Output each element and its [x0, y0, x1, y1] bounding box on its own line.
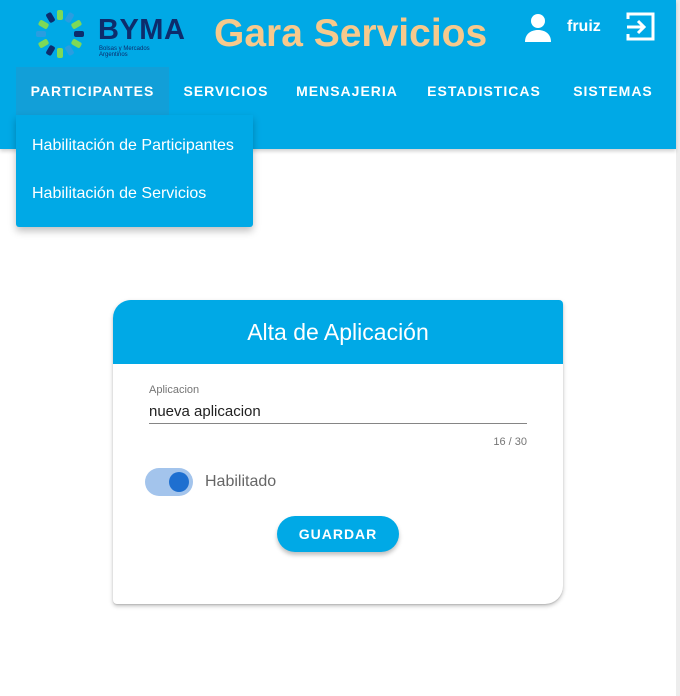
menu-item-habilitacion-servicios[interactable]: Habilitación de Servicios [16, 170, 253, 218]
nav-item-estadisticas[interactable]: ESTADISTICAS [423, 67, 545, 115]
participantes-dropdown-menu: Habilitación de Participantes Habilitaci… [16, 115, 253, 227]
nav-item-participantes[interactable]: PARTICIPANTES [16, 67, 169, 115]
nav-item-sistemas[interactable]: SISTEMAS [566, 67, 660, 115]
logo-wordmark: BYMA [98, 14, 186, 46]
habilitado-label: Habilitado [205, 473, 277, 490]
nav-item-servicios[interactable]: SERVICIOS [176, 67, 276, 115]
alta-aplicacion-card: Alta de Aplicación Aplicacion 16 / 30 Ha… [113, 300, 563, 604]
guardar-button[interactable]: GUARDAR [277, 516, 399, 552]
aplicacion-field: Aplicacion 16 / 30 [149, 384, 527, 448]
byma-logo: BYMA Bolsas y Mercados Argentinos [34, 8, 189, 64]
page: BYMA Bolsas y Mercados Argentinos Gara S… [0, 0, 680, 696]
card-header: Alta de Aplicación [113, 300, 563, 364]
user-icon [525, 14, 551, 42]
card-title: Alta de Aplicación [247, 319, 429, 345]
user-menu[interactable]: fruiz [522, 12, 604, 44]
toggle-thumb [169, 472, 189, 492]
logout-icon[interactable] [624, 10, 658, 44]
byma-logo-icon [36, 10, 84, 58]
aplicacion-input[interactable] [149, 400, 527, 424]
user-name: fruiz [567, 18, 601, 35]
menu-item-habilitacion-participantes[interactable]: Habilitación de Participantes [16, 122, 253, 170]
app-title: Gara Servicios [214, 12, 488, 55]
logo-subtitle: Bolsas y Mercados Argentinos [99, 46, 150, 58]
aplicacion-field-label: Aplicacion [149, 384, 200, 396]
character-counter: 16 / 30 [493, 436, 527, 448]
scrollbar-track[interactable] [676, 0, 680, 696]
nav-item-mensajeria[interactable]: MENSAJERIA [292, 67, 402, 115]
habilitado-toggle[interactable] [145, 468, 195, 496]
